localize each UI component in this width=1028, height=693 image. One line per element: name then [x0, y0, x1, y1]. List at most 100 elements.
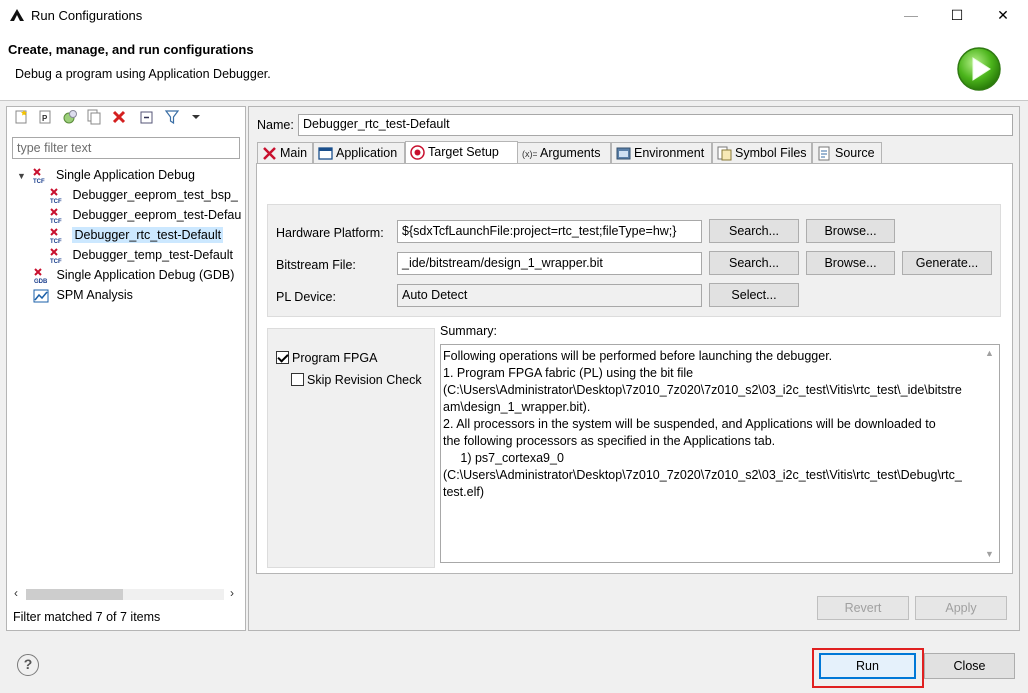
scroll-right-icon[interactable]: ›	[230, 586, 234, 600]
tcf-icon: TCF	[49, 207, 65, 225]
tree-item-label: Single Application Debug (GDB)	[56, 268, 235, 282]
export-configuration-icon[interactable]	[62, 109, 78, 125]
tab-source[interactable]: Source	[812, 142, 882, 164]
summary-line: (C:\Users\Administrator\Desktop\7z010_7z…	[443, 468, 962, 482]
tree-toolbar: P	[13, 109, 209, 131]
horizontal-scrollbar[interactable]: ‹ ›	[12, 586, 240, 603]
tree-item-debugger-rtc-test-default[interactable]: TCF Debugger_rtc_test-Default	[7, 225, 245, 245]
apply-button[interactable]: Apply	[915, 596, 1007, 620]
svg-text:(x)=: (x)=	[522, 149, 537, 159]
scroll-left-icon[interactable]: ‹	[14, 586, 18, 600]
summary-line: am\design_1_wrapper.bit).	[443, 400, 591, 414]
program-fpga-checkbox[interactable]	[276, 351, 289, 364]
tab-main[interactable]: Main	[257, 142, 313, 164]
application-icon	[318, 147, 333, 160]
tab-label: Target Setup	[428, 145, 499, 159]
svg-text:TCF: TCF	[50, 239, 62, 244]
title-bar: Run Configurations — ☐ ✕	[0, 0, 1028, 31]
summary-line: test.elf)	[443, 485, 484, 499]
name-input[interactable]: Debugger_rtc_test-Default	[298, 114, 1013, 136]
header-title: Create, manage, and run configurations	[8, 42, 254, 57]
tab-environment[interactable]: Environment	[611, 142, 712, 164]
hardware-settings-group: Hardware Platform: ${sdxTcfLaunchFile:pr…	[267, 204, 1001, 317]
summary-text-area[interactable]: Following operations will be performed b…	[440, 344, 1000, 563]
filter-input[interactable]	[12, 137, 240, 159]
tab-label: Source	[835, 146, 875, 160]
tree-item-label: Debugger_eeprom_test-Defau	[72, 208, 242, 222]
environment-icon	[616, 147, 631, 160]
tree-item-label: Debugger_temp_test-Default	[72, 248, 233, 262]
tcf-icon: TCF	[49, 187, 65, 205]
minimize-button[interactable]: —	[888, 0, 934, 31]
collapse-all-icon[interactable]	[139, 109, 155, 125]
target-setup-tab-content: Hardware Platform: ${sdxTcfLaunchFile:pr…	[256, 163, 1013, 574]
tab-application[interactable]: Application	[313, 142, 405, 164]
app-logo-icon	[10, 9, 24, 21]
new-configuration-icon[interactable]	[13, 109, 29, 125]
tcf-icon: TCF	[49, 247, 65, 265]
pl-device-select-button[interactable]: Select...	[709, 283, 799, 307]
revert-button[interactable]: Revert	[817, 596, 909, 620]
duplicate-configuration-icon[interactable]	[86, 109, 102, 125]
scrollbar-thumb[interactable]	[26, 589, 123, 600]
header-description: Debug a program using Application Debugg…	[15, 67, 271, 81]
tree-item-spm-analysis[interactable]: SPM Analysis	[7, 285, 245, 305]
hardware-platform-search-button[interactable]: Search...	[709, 219, 799, 243]
tab-label: Main	[280, 146, 308, 160]
delete-configuration-icon[interactable]	[111, 109, 127, 125]
summary-vertical-scrollbar[interactable]: ▲ ▼	[982, 345, 999, 562]
tree-item-debugger-eeprom-test-default[interactable]: TCF Debugger_eeprom_test-Defau	[7, 205, 245, 225]
window-title: Run Configurations	[31, 8, 143, 23]
bitstream-search-button[interactable]: Search...	[709, 251, 799, 275]
close-button[interactable]: Close	[924, 653, 1015, 679]
configuration-tree-panel: P ▼ TCF Single Application Debug	[6, 106, 246, 631]
tab-target-setup[interactable]: Target Setup	[405, 141, 518, 165]
expand-chevron-icon[interactable]: ▼	[17, 166, 29, 185]
tree-item-label: Debugger_rtc_test-Default	[72, 227, 224, 243]
pl-device-label: PL Device:	[276, 290, 336, 304]
summary-content: Following operations will be performed b…	[443, 348, 983, 501]
summary-line: the following processors as specified in…	[443, 434, 776, 448]
tab-arguments[interactable]: (x)= Arguments	[518, 142, 611, 164]
help-icon[interactable]: ?	[17, 654, 39, 676]
new-prototype-icon[interactable]: P	[37, 109, 53, 125]
filter-icon[interactable]	[164, 109, 180, 125]
run-button[interactable]: Run	[819, 653, 916, 679]
program-fpga-label: Program FPGA	[292, 351, 378, 365]
tab-label: Arguments	[540, 146, 601, 160]
tcf-icon: TCF	[32, 167, 48, 185]
summary-line: Following operations will be performed b…	[443, 349, 833, 363]
tree-item-single-application-debug-gdb[interactable]: GDB Single Application Debug (GDB)	[7, 265, 245, 285]
x-logo-icon	[263, 147, 276, 160]
svg-text:TCF: TCF	[50, 219, 62, 224]
pl-device-field: Auto Detect	[397, 284, 702, 307]
close-window-button[interactable]: ✕	[980, 0, 1026, 31]
bitstream-generate-button[interactable]: Generate...	[902, 251, 992, 275]
tree-item-debugger-eeprom-test-bsp[interactable]: TCF Debugger_eeprom_test_bsp_	[7, 185, 245, 205]
tree-item-single-application-debug[interactable]: ▼ TCF Single Application Debug	[7, 165, 245, 185]
bitstream-file-label: Bitstream File:	[276, 258, 356, 272]
bitstream-browse-button[interactable]: Browse...	[806, 251, 895, 275]
svg-text:TCF: TCF	[33, 179, 45, 184]
configuration-tree: ▼ TCF Single Application Debug TCF Debug…	[7, 165, 245, 305]
skip-revision-check-label: Skip Revision Check	[307, 373, 422, 387]
dialog-header: Create, manage, and run configurations D…	[0, 31, 1028, 101]
hardware-platform-field[interactable]: ${sdxTcfLaunchFile:project=rtc_test;file…	[397, 220, 702, 243]
bitstream-file-field[interactable]: _ide/bitstream/design_1_wrapper.bit	[397, 252, 702, 275]
svg-text:P: P	[42, 114, 48, 123]
configuration-editor-panel: Name: Debugger_rtc_test-Default Main App…	[248, 106, 1020, 631]
target-icon	[410, 145, 425, 160]
hardware-platform-browse-button[interactable]: Browse...	[806, 219, 895, 243]
skip-revision-check-checkbox[interactable]	[291, 373, 304, 386]
summary-label: Summary:	[440, 324, 497, 338]
maximize-button[interactable]: ☐	[934, 0, 980, 31]
scroll-up-icon[interactable]: ▲	[985, 348, 994, 358]
tab-symbol-files[interactable]: Symbol Files	[712, 142, 812, 164]
tab-label: Environment	[634, 146, 705, 160]
arguments-icon: (x)=	[522, 149, 537, 159]
scroll-down-icon[interactable]: ▼	[985, 549, 994, 559]
svg-text:TCF: TCF	[50, 259, 62, 264]
chevron-down-icon[interactable]	[188, 109, 204, 125]
tab-label: Symbol Files	[735, 146, 807, 160]
tree-item-debugger-temp-test-default[interactable]: TCF Debugger_temp_test-Default	[7, 245, 245, 265]
